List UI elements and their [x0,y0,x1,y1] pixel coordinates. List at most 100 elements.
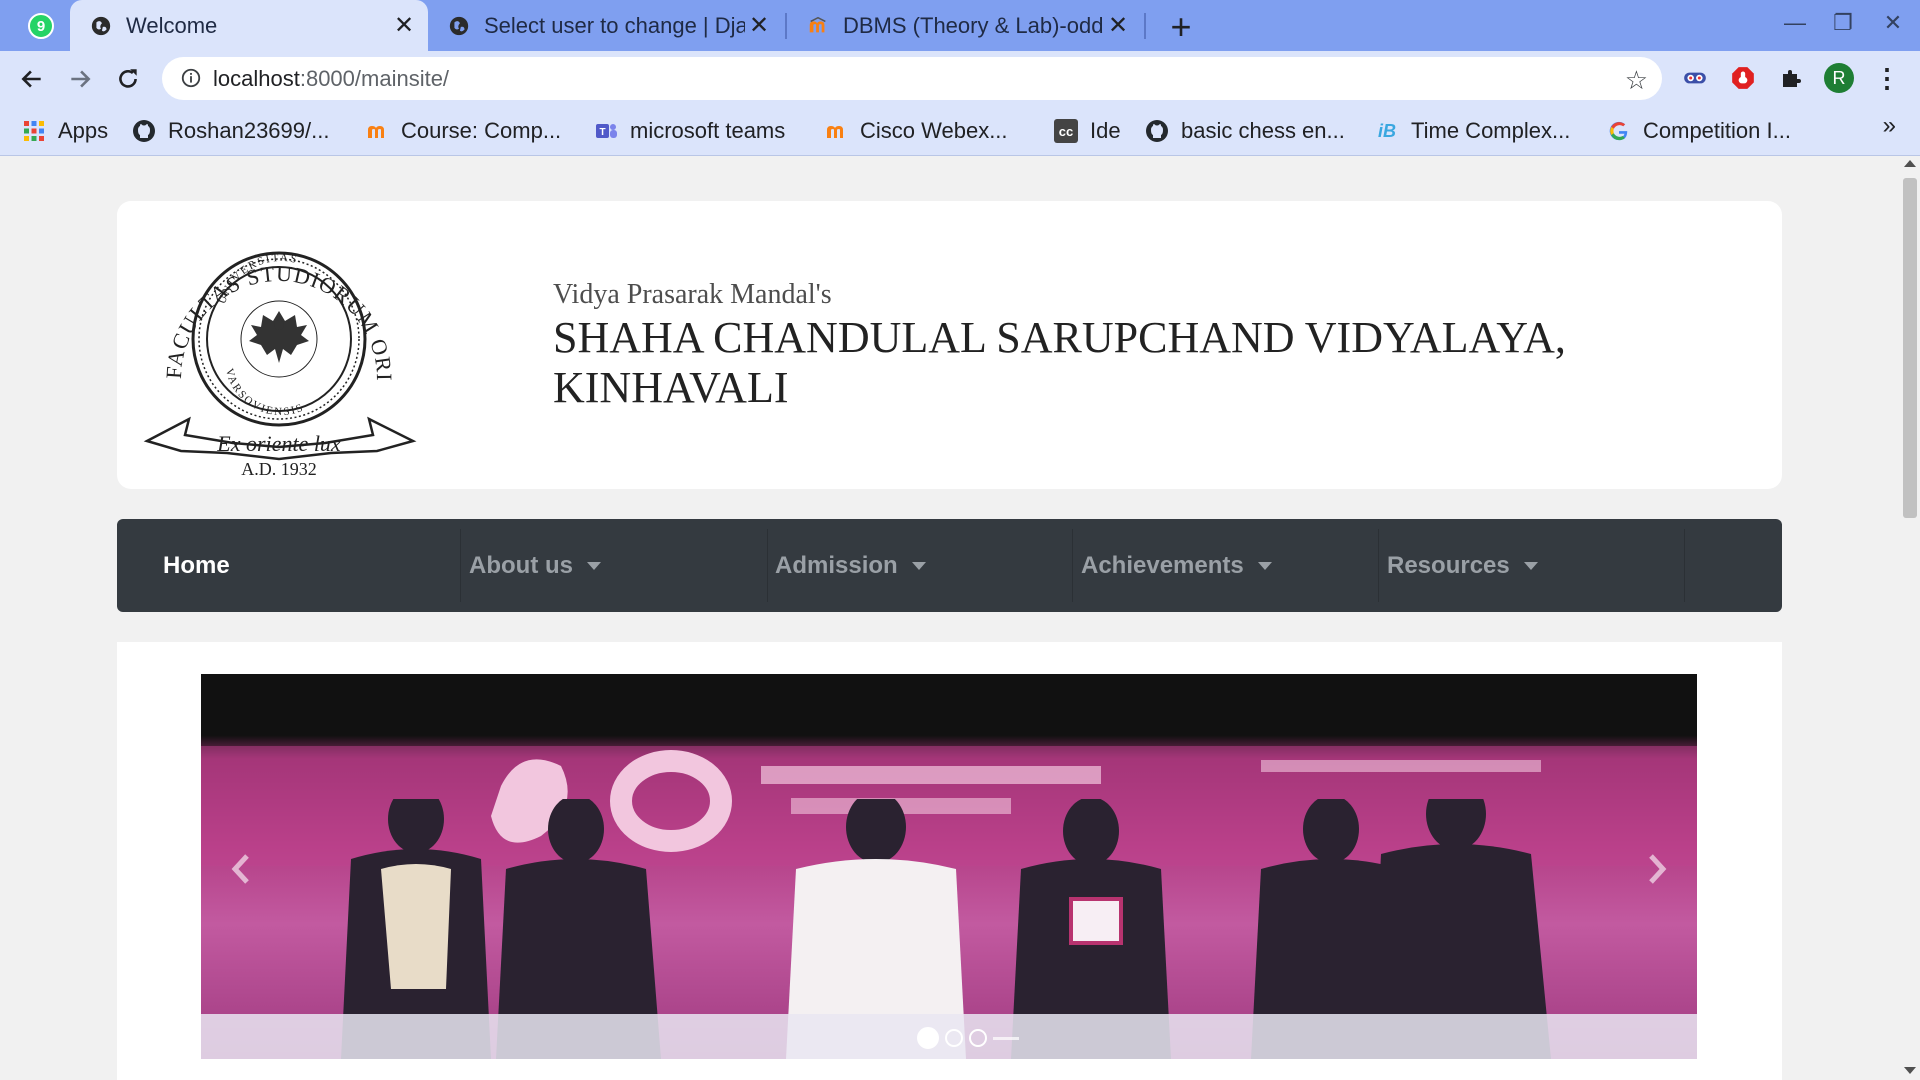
page-viewport: FACULTAS STUDIORUM ORIENTALIUM UNIVERSIT… [0,156,1900,1080]
seal-motto: Ex oriente lux [216,431,341,456]
bookmark-label: Course: Comp... [401,118,562,143]
apps-grid-icon [22,119,46,143]
carousel-next-icon[interactable] [1637,844,1677,894]
bookmark-label: Time Complex... [1411,118,1571,143]
nav-divider [1684,529,1685,602]
nav-home[interactable]: Home [163,519,230,612]
info-icon[interactable] [180,67,202,89]
github-icon [1145,119,1169,143]
carousel-prev-icon[interactable] [221,844,261,894]
back-button[interactable] [14,61,50,97]
tab-welcome[interactable]: Welcome ✕ [70,0,428,51]
bookmark-label: Roshan23699/... [168,118,330,143]
bookmark-competition[interactable]: Competition I... [1607,116,1791,146]
tab-title: DBMS (Theory & Lab)-odd [843,12,1104,38]
url-path: :8000/mainsite/ [299,66,450,91]
moodle-icon [824,119,848,143]
cc-icon: cc [1054,119,1078,143]
extensions-puzzle-icon[interactable] [1776,63,1806,93]
school-name: SHAHA CHANDULAL SARUPCHAND VIDYALAYA, KI… [553,313,1653,413]
page-scrollbar[interactable] [1900,156,1920,1080]
more-bookmarks-button[interactable]: » [1883,112,1896,140]
carousel-dot-2[interactable] [945,1029,963,1047]
bookmark-label: basic chess en... [1181,118,1345,143]
google-icon [1607,119,1631,143]
nav-about-us[interactable]: About us [469,519,601,612]
nav-admission[interactable]: Admission [775,519,926,612]
seal-year: A.D. 1932 [241,459,317,477]
carousel-section [117,642,1782,1080]
carousel-dot-3[interactable] [969,1029,987,1047]
scroll-down-icon[interactable] [1904,1067,1916,1074]
svg-text:VARSOVIENSIS: VARSOVIENSIS [223,367,306,418]
caret-down-icon [1257,561,1272,570]
bookmark-apps[interactable]: Apps [22,116,108,146]
bookmark-label: Ide [1090,118,1121,143]
close-window-icon[interactable]: ✕ [1878,10,1908,36]
bookmark-time-complexity[interactable]: iB Time Complex... [1375,116,1570,146]
school-name-line2: KINHAVALI [553,363,789,412]
tab-divider [1144,13,1146,39]
nav-divider [1072,529,1073,602]
reload-icon [119,69,137,88]
new-tab-button[interactable]: + [1163,6,1199,48]
bookmark-star-icon[interactable]: ☆ [1625,65,1648,96]
adblock-icon[interactable] [1728,63,1758,93]
close-icon[interactable]: ✕ [1104,11,1132,40]
nav-label: Resources [1387,551,1510,579]
site-subtitle: Vidya Prasarak Mandal's [553,279,832,310]
bookmark-label: microsoft teams [630,118,786,143]
tab-dbms[interactable]: DBMS (Theory & Lab)-odd ✕ [787,0,1142,51]
forward-button[interactable] [62,61,98,97]
carousel-dot-1[interactable] [917,1027,939,1049]
university-seal-logo: FACULTAS STUDIORUM ORIENTALIUM UNIVERSIT… [133,229,417,477]
url-host: localhost [213,66,300,91]
back-arrow-icon [21,70,41,88]
bookmarks-bar: Apps Roshan23699/... Course: Comp... T m… [0,106,1920,156]
bookmark-ide[interactable]: cc Ide [1054,116,1121,146]
scrollbar-thumb[interactable] [1903,178,1917,518]
close-icon[interactable]: ✕ [390,11,418,40]
nav-divider [460,529,461,602]
caret-down-icon [1523,561,1538,570]
nav-resources[interactable]: Resources [1387,519,1538,612]
nav-label: Admission [775,551,898,579]
svg-text:FACULTAS STUDIORUM ORIENTALIUM: FACULTAS STUDIORUM ORIENTALIUM [133,229,397,382]
address-bar[interactable]: localhost:8000/mainsite/ ☆ [162,57,1662,100]
moodle-icon [809,16,826,32]
carousel-indicators [917,1027,1019,1049]
slide-people-figures [201,799,1697,1059]
carousel-indicator-bar [993,1036,1019,1040]
nav-achievements[interactable]: Achievements [1081,519,1272,612]
site-header: FACULTAS STUDIORUM ORIENTALIUM UNIVERSIT… [117,201,1782,489]
moodle-icon [365,119,389,143]
whatsapp-badge: 9 [36,17,46,35]
bookmark-label: Competition I... [1643,118,1791,143]
bookmark-microsoft-teams[interactable]: T microsoft teams [594,116,785,146]
profile-avatar[interactable]: R [1824,63,1854,93]
minimize-icon[interactable]: — [1780,10,1810,36]
restore-icon[interactable]: ❐ [1828,10,1858,36]
tab-strip: 9 Welcome ✕ Select user to change | Dja … [0,0,1920,51]
whatsapp-icon[interactable]: 9 [28,13,54,39]
caret-down-icon [586,561,601,570]
nav-label: About us [469,551,573,579]
bookmark-label: Cisco Webex... [860,118,1008,143]
url-text[interactable]: localhost:8000/mainsite/ [213,66,449,92]
globe-icon [449,16,469,35]
extension-mask-icon[interactable] [1680,63,1710,93]
github-icon [132,119,156,143]
menu-kebab-icon[interactable]: ⋮ [1872,63,1902,93]
bookmark-github-roshan[interactable]: Roshan23699/... [132,116,329,146]
bookmark-course[interactable]: Course: Comp... [365,116,561,146]
bookmark-cisco-webex[interactable]: Cisco Webex... [824,116,1008,146]
scroll-up-icon[interactable] [1904,160,1916,167]
nav-divider [767,529,768,602]
tab-select-user[interactable]: Select user to change | Dja ✕ [428,0,783,51]
bookmark-basic-chess[interactable]: basic chess en... [1145,116,1345,146]
nav-divider [1378,529,1379,602]
nav-label: Home [163,551,230,579]
close-icon[interactable]: ✕ [745,11,773,40]
nav-label: Achievements [1081,551,1244,579]
reload-button[interactable] [110,61,146,97]
